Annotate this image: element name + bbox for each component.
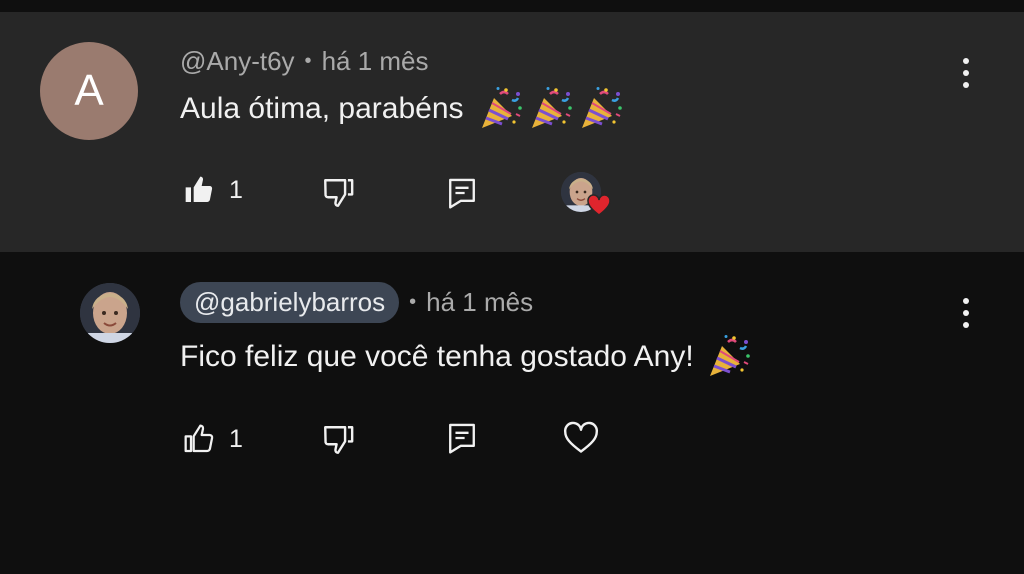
party-popper-icon	[706, 334, 752, 380]
reply-button[interactable]	[446, 421, 478, 455]
party-popper-icon	[478, 86, 524, 132]
reply-comment-icon	[449, 423, 475, 454]
comment-text-row: Aula ótima, parabéns	[180, 86, 624, 132]
dislike-button[interactable]	[321, 176, 355, 210]
comment-meta: @gabrielybarros • há 1 mês	[180, 282, 533, 323]
meta-separator: •	[409, 291, 417, 313]
author-handle-badge[interactable]: @gabrielybarros	[180, 282, 400, 323]
heart-outline-icon	[564, 421, 598, 453]
thumbs-up-icon	[184, 424, 214, 453]
comment-text-row: Fico feliz que você tenha gostado Any!	[180, 334, 752, 380]
heart-button[interactable]	[563, 421, 599, 455]
heart-icon	[587, 194, 611, 216]
party-popper-icon	[578, 86, 624, 132]
comment-timestamp[interactable]: há 1 mês	[426, 287, 533, 318]
more-options-icon[interactable]	[961, 58, 971, 92]
reply-button[interactable]	[446, 176, 478, 210]
comment-text: Fico feliz que você tenha gostado Any!	[180, 340, 694, 373]
reply-comment-icon	[449, 178, 475, 209]
like-count: 1	[229, 175, 243, 204]
avatar[interactable]	[80, 283, 140, 343]
party-popper-icon	[528, 86, 574, 132]
more-options-icon[interactable]	[961, 298, 971, 332]
comment-meta: @Any-t6y • há 1 mês	[180, 46, 429, 77]
thumbs-up-filled-icon	[185, 176, 213, 202]
creator-heart-badge[interactable]	[561, 172, 611, 216]
top-edge-bar	[0, 0, 1024, 12]
thumbs-down-icon	[324, 426, 354, 454]
dislike-button[interactable]	[321, 423, 355, 457]
comment-reply: @gabrielybarros • há 1 mês Fico feliz qu…	[0, 252, 1024, 574]
avatar-letter: A	[74, 66, 104, 115]
thumbs-down-icon	[324, 179, 354, 207]
meta-separator: •	[304, 50, 312, 72]
comment-thread-top: A @Any-t6y • há 1 mês Aula ótima, parabé…	[0, 12, 1024, 252]
avatar[interactable]: A	[40, 42, 138, 140]
like-button[interactable]: 1	[183, 423, 243, 455]
like-button[interactable]: 1	[183, 174, 243, 206]
comment-text: Aula ótima, parabéns	[180, 92, 464, 125]
comment-timestamp[interactable]: há 1 mês	[322, 46, 429, 77]
like-count: 1	[229, 424, 243, 453]
author-handle[interactable]: @Any-t6y	[180, 46, 295, 77]
